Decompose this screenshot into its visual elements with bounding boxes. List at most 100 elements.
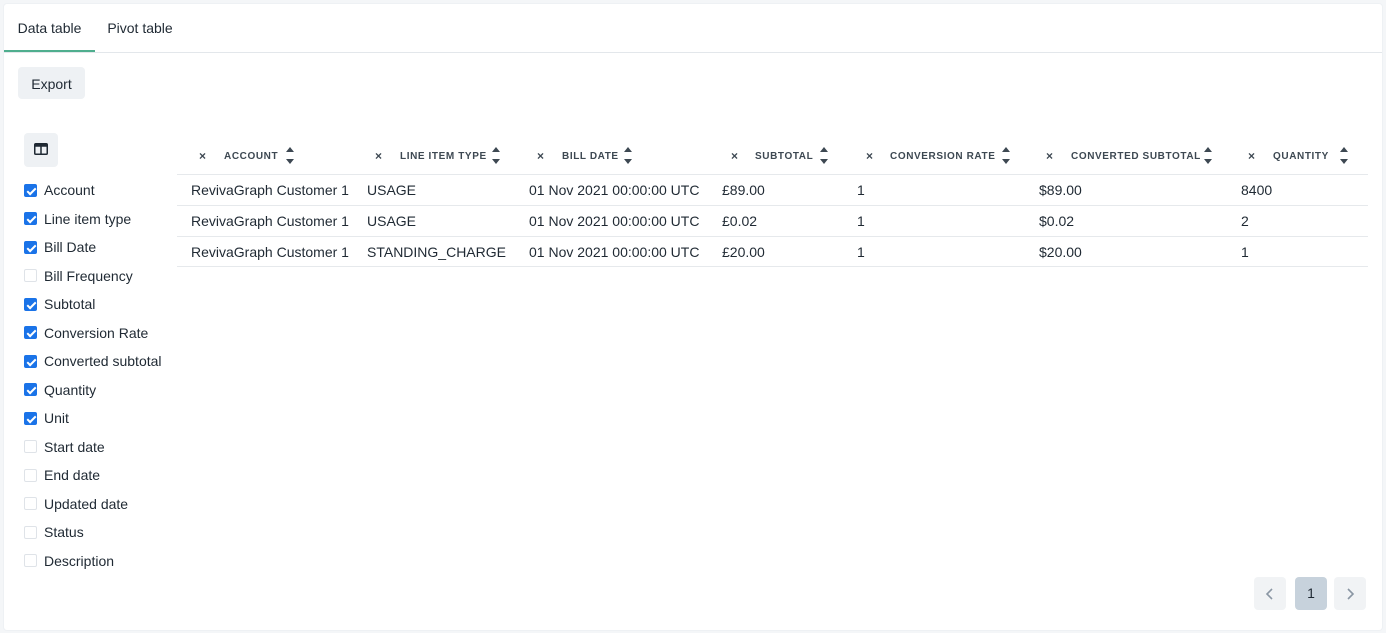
table-cell: £0.02: [722, 213, 758, 229]
column-option-label: Conversion Rate: [44, 324, 149, 341]
column-option[interactable]: Conversion Rate: [24, 319, 184, 347]
table-cell: $20.00: [1039, 244, 1082, 260]
column-checkbox[interactable]: [24, 440, 37, 453]
column-checkbox[interactable]: [24, 240, 37, 254]
column-checkbox[interactable]: [24, 468, 37, 482]
table-cell: USAGE: [367, 182, 417, 198]
column-option-label: End date: [44, 467, 101, 483]
table-cell: $89.00: [1039, 182, 1082, 198]
table-cell: 01 Nov 2021 00:00:00 UTC: [529, 182, 700, 198]
column-option-label: Bill Date: [44, 239, 97, 255]
table-cell: RevivaGraph Customer 1: [191, 182, 349, 198]
sort-icon[interactable]: [819, 144, 829, 168]
tab-pivot-table[interactable]: Pivot table: [100, 4, 180, 52]
table-cell: 1: [1241, 244, 1249, 260]
table-cell: 8400: [1241, 182, 1273, 198]
column-checkbox[interactable]: [24, 212, 37, 225]
sort-icon[interactable]: [285, 144, 295, 168]
column-header-label: BILL DATE: [562, 151, 619, 162]
column-checkbox[interactable]: [24, 497, 37, 510]
column-option[interactable]: Converted subtotal: [24, 347, 184, 375]
column-checkbox[interactable]: [24, 326, 37, 339]
column-option-label: Bill Frequency: [44, 267, 133, 284]
table-cell: 2: [1241, 213, 1249, 229]
remove-column-icon[interactable]: ×: [199, 149, 206, 163]
previous-page-button[interactable]: [1254, 577, 1286, 610]
column-option[interactable]: Bill Date: [24, 233, 184, 261]
column-header-label: CONVERSION RATE: [890, 151, 996, 162]
column-option[interactable]: Status: [24, 518, 184, 546]
table-cell: £89.00: [722, 182, 765, 198]
sort-icon[interactable]: [1203, 144, 1213, 168]
table-cell: RevivaGraph Customer 1: [191, 244, 349, 260]
column-checkbox[interactable]: [24, 411, 37, 425]
column-option[interactable]: Unit: [24, 404, 184, 432]
table-row: RevivaGraph Customer 1 USAGE 01 Nov 2021 0…: [177, 205, 1368, 236]
column-option-label: Updated date: [44, 495, 129, 512]
pagination: 1: [1254, 577, 1366, 611]
sort-icon[interactable]: [1339, 144, 1349, 168]
column-header-label: CONVERTED SUBTOTAL: [1071, 151, 1201, 162]
table-cell: RevivaGraph Customer 1: [191, 213, 349, 229]
column-option-label: Converted subtotal: [44, 353, 162, 369]
remove-column-icon[interactable]: ×: [537, 149, 544, 163]
column-option[interactable]: Subtotal: [24, 290, 184, 318]
page-1-button[interactable]: 1: [1295, 577, 1327, 610]
column-header-label: LINE ITEM TYPE: [400, 151, 487, 162]
column-option[interactable]: Line item type: [24, 205, 184, 233]
table-cell: 01 Nov 2021 00:00:00 UTC: [529, 213, 700, 229]
column-checkbox[interactable]: [24, 554, 37, 567]
sort-icon[interactable]: [1001, 144, 1011, 168]
column-header-label: ACCOUNT: [224, 151, 279, 162]
column-option[interactable]: End date: [24, 461, 184, 489]
remove-column-icon[interactable]: ×: [375, 149, 382, 163]
column-checkbox[interactable]: [24, 269, 37, 282]
column-option-label: Line item type: [44, 210, 132, 227]
chevron-left-icon: [1265, 588, 1273, 600]
column-checkbox[interactable]: [24, 525, 37, 539]
column-header-label: SUBTOTAL: [755, 151, 814, 162]
export-button[interactable]: Export: [18, 67, 85, 99]
columns-icon: [34, 143, 48, 155]
table-row: RevivaGraph Customer 1 STANDING_CHARGE 01 …: [177, 236, 1368, 267]
sort-icon[interactable]: [623, 144, 633, 168]
column-option-label: Account: [44, 182, 95, 198]
column-option[interactable]: Description: [24, 547, 184, 575]
table-cell: 1: [857, 182, 865, 198]
column-option-label: Unit: [44, 410, 69, 426]
column-option-label: Quantity: [44, 381, 97, 398]
remove-column-icon[interactable]: ×: [1046, 149, 1053, 163]
table-cell: 1: [857, 244, 865, 260]
table-cell: USAGE: [367, 213, 417, 229]
column-option[interactable]: Updated date: [24, 490, 184, 518]
tab-data-table[interactable]: Data table: [4, 4, 95, 52]
column-checkbox[interactable]: [24, 183, 37, 197]
column-option-label: Subtotal: [44, 296, 96, 312]
table-cell: $0.02: [1039, 213, 1075, 229]
column-checkbox[interactable]: [24, 297, 37, 311]
column-checkbox[interactable]: [24, 354, 37, 368]
column-option-label: Description: [44, 552, 115, 569]
chevron-right-icon: [1347, 588, 1355, 600]
column-option[interactable]: Start date: [24, 433, 184, 461]
column-option[interactable]: Bill Frequency: [24, 262, 184, 290]
column-option[interactable]: Quantity: [24, 376, 184, 404]
table-cell: 1: [857, 213, 865, 229]
column-option-label: Start date: [44, 438, 105, 455]
table-header: × ACCOUNT × LINE ITEM TYPE × BILL DATE × SUBTOT…: [177, 138, 1368, 174]
next-page-button[interactable]: [1334, 577, 1366, 610]
tab-bar: Data table Pivot table: [4, 4, 1382, 53]
column-toggle-button[interactable]: [24, 133, 58, 167]
table-cell: 01 Nov 2021 00:00:00 UTC: [529, 244, 700, 260]
column-checkbox[interactable]: [24, 383, 37, 396]
column-option-label: Status: [44, 524, 84, 540]
remove-column-icon[interactable]: ×: [731, 149, 738, 163]
report-panel: Data table Pivot table Export Account Lin…: [4, 4, 1382, 630]
table-cell: STANDING_CHARGE: [367, 244, 506, 260]
table-cell: £20.00: [722, 244, 765, 260]
column-option[interactable]: Account: [24, 176, 184, 204]
sort-icon[interactable]: [491, 144, 501, 168]
remove-column-icon[interactable]: ×: [866, 149, 873, 163]
remove-column-icon[interactable]: ×: [1248, 149, 1255, 163]
table-row: RevivaGraph Customer 1 USAGE 01 Nov 2021 0…: [177, 174, 1368, 205]
